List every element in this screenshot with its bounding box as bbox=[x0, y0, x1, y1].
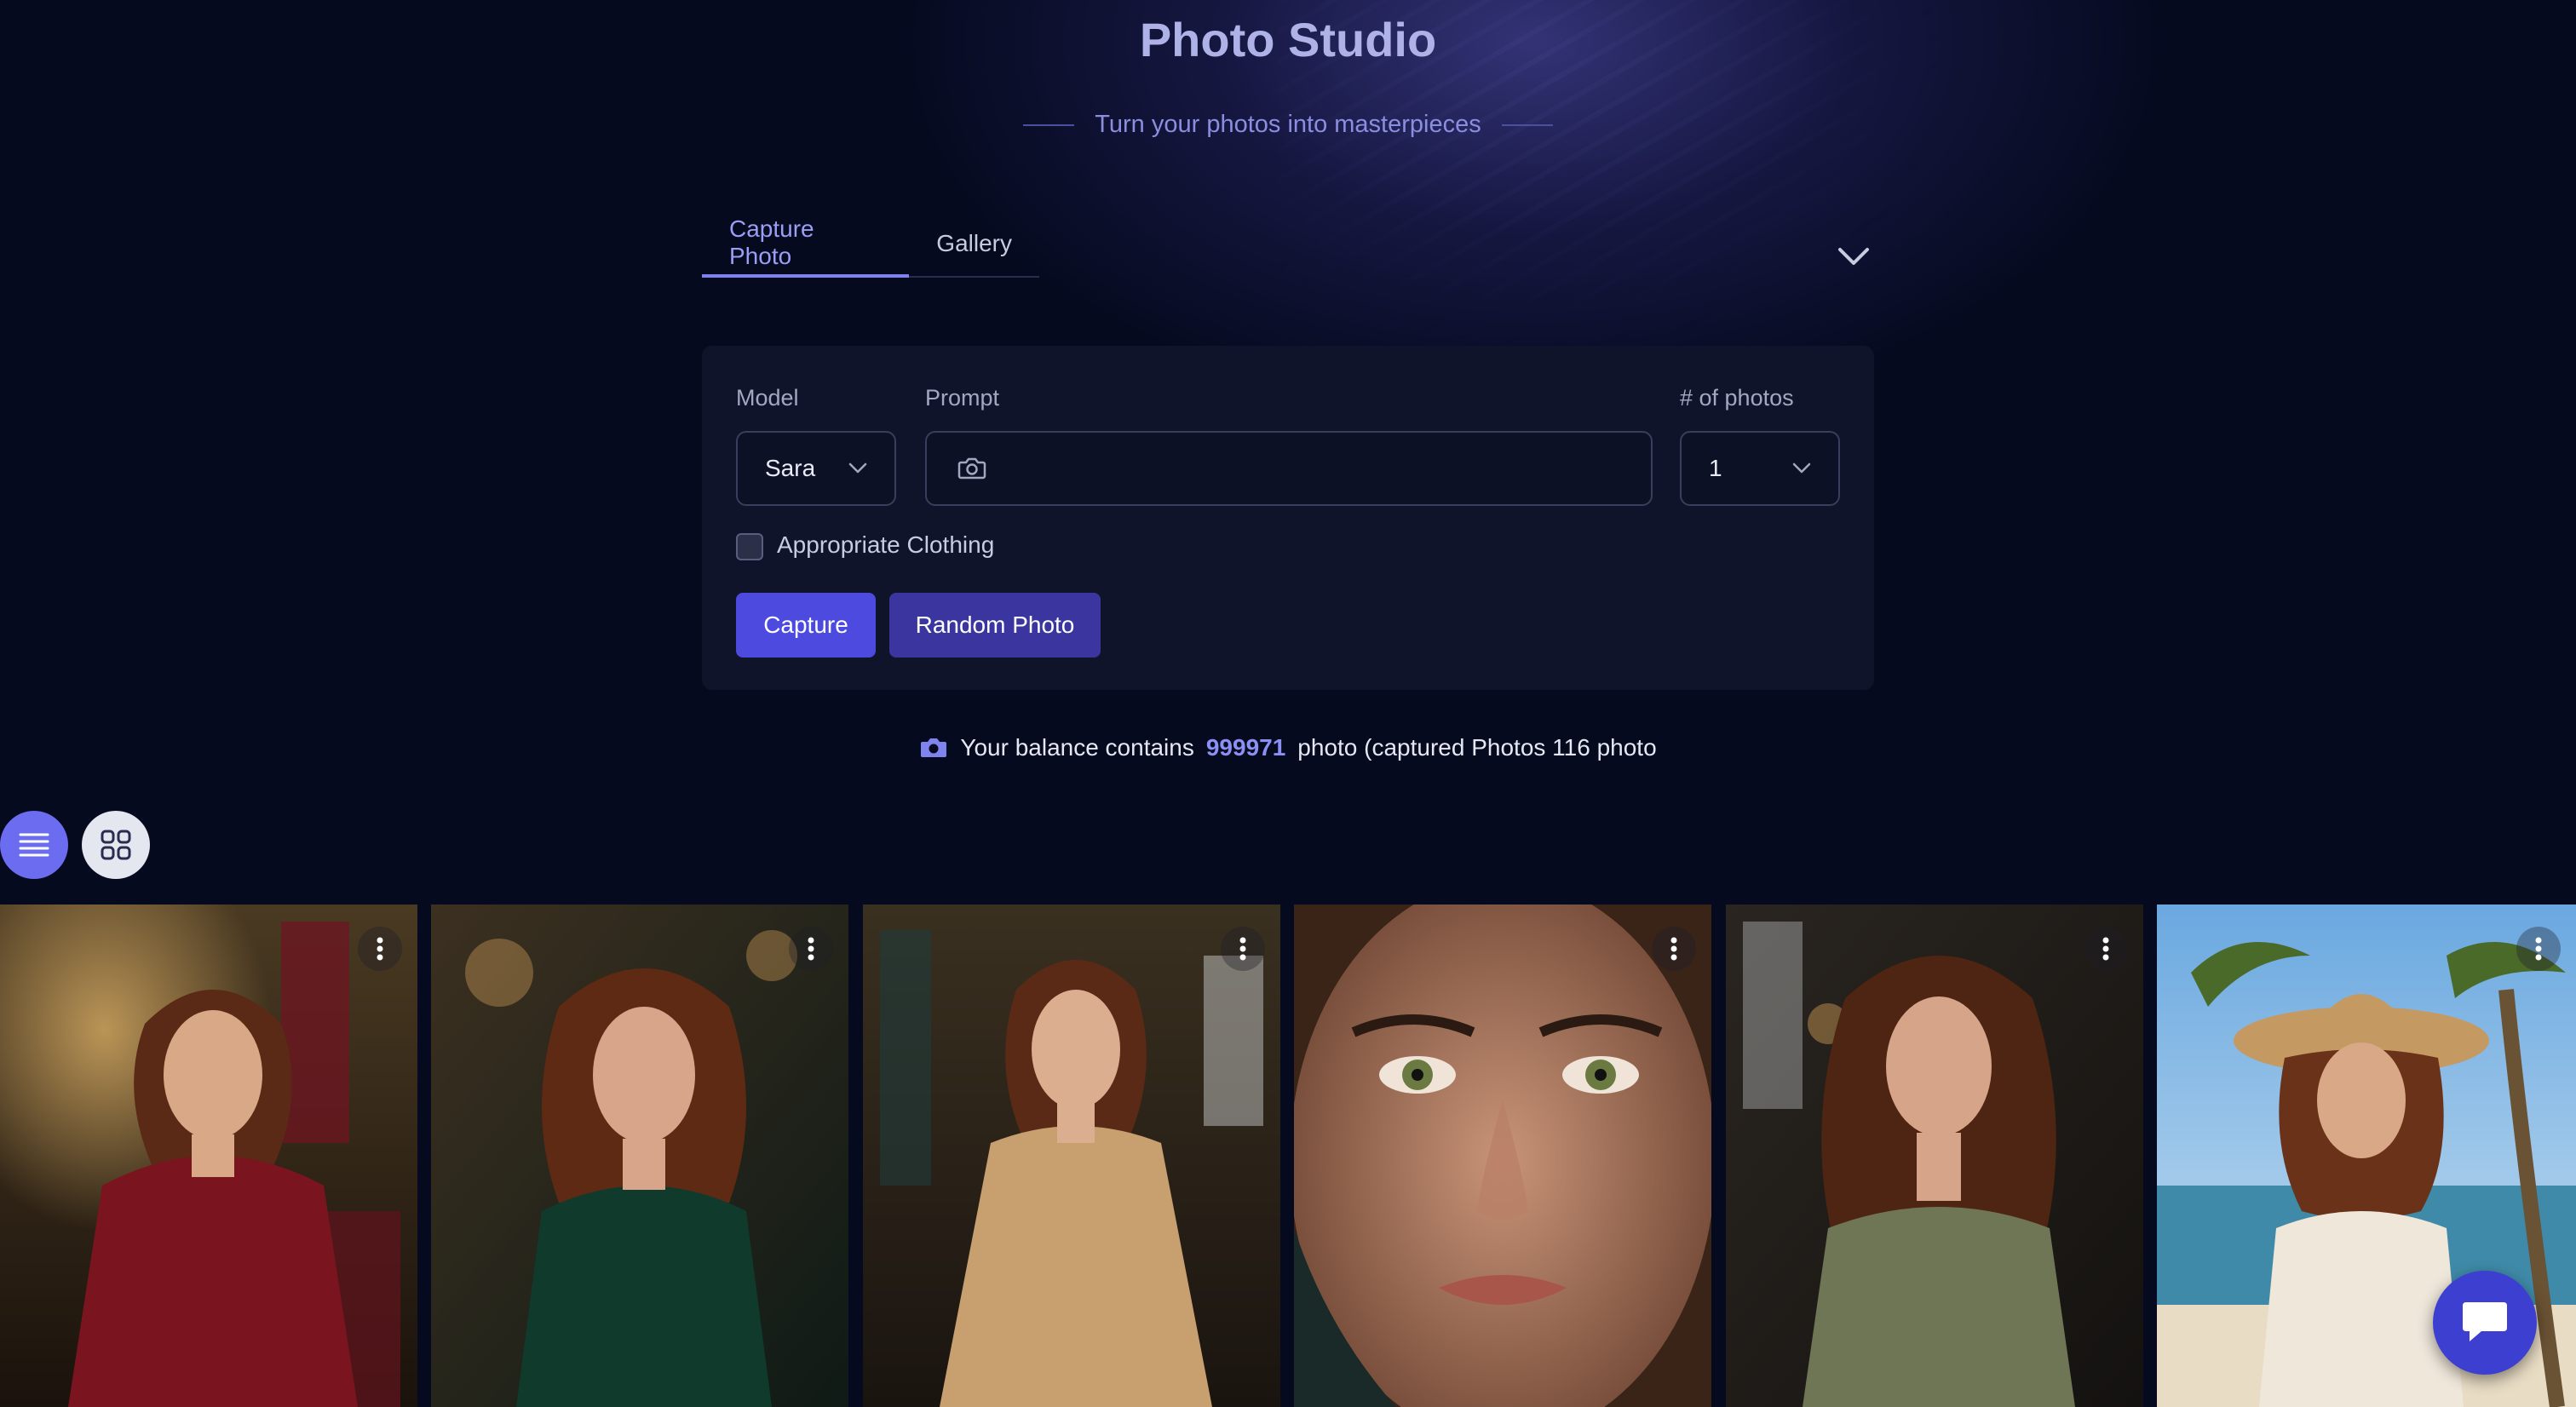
more-vertical-icon bbox=[2102, 937, 2109, 961]
photo-menu-button[interactable] bbox=[2084, 927, 2128, 971]
photo-menu-button[interactable] bbox=[1652, 927, 1696, 971]
balance-prefix: Your balance contains bbox=[960, 734, 1194, 761]
list-view-button[interactable] bbox=[0, 811, 68, 879]
photo-face-closeup bbox=[1294, 904, 1711, 1407]
balance-suffix: photo (captured Photos 116 photo bbox=[1297, 734, 1657, 761]
photo-menu-button[interactable] bbox=[2516, 927, 2561, 971]
more-vertical-icon bbox=[2535, 937, 2542, 961]
chat-button[interactable] bbox=[2433, 1271, 2537, 1375]
camera-icon bbox=[921, 738, 947, 757]
photo-menu-button[interactable] bbox=[1221, 927, 1265, 971]
page-subtitle: Turn your photos into masterpieces bbox=[1095, 111, 1481, 138]
photo-studio-page: Photo Studio Turn your photos into maste… bbox=[0, 0, 2576, 1407]
random-photo-button[interactable]: Random Photo bbox=[889, 593, 1101, 658]
photo-card[interactable] bbox=[431, 904, 848, 1407]
page-title: Photo Studio bbox=[1139, 13, 1437, 66]
photo-woman-green-dress bbox=[431, 904, 848, 1407]
capture-button[interactable]: Capture bbox=[736, 593, 876, 658]
photo-card[interactable] bbox=[863, 904, 1280, 1407]
appropriate-clothing-checkbox[interactable] bbox=[736, 533, 763, 560]
grid-icon bbox=[101, 830, 131, 860]
subtitle-row: Turn your photos into masterpieces bbox=[0, 111, 2576, 139]
photo-woman-gold-dress bbox=[863, 904, 1280, 1407]
list-icon bbox=[19, 833, 49, 857]
photo-count-value: 1 bbox=[1709, 455, 1722, 481]
photo-card[interactable] bbox=[1294, 904, 1711, 1407]
chevron-down-icon bbox=[1792, 462, 1811, 474]
camera-icon bbox=[957, 457, 986, 480]
photo-gallery bbox=[0, 904, 2576, 1407]
photo-card[interactable] bbox=[0, 904, 417, 1407]
tab-capture-photo[interactable]: Capture Photo bbox=[702, 211, 910, 278]
tab-bar: Capture Photo Gallery bbox=[702, 211, 1039, 278]
capture-form-panel: Model Sara Prompt # of photos 1 Appropri… bbox=[702, 346, 1874, 690]
subtitle-divider-left bbox=[1023, 123, 1075, 126]
model-select[interactable]: Sara bbox=[736, 431, 896, 506]
photo-woman-red-dress bbox=[0, 904, 417, 1407]
subtitle-divider-right bbox=[1501, 123, 1553, 126]
chevron-down-icon bbox=[848, 462, 867, 474]
prompt-label: Prompt bbox=[925, 385, 1000, 411]
photo-menu-button[interactable] bbox=[789, 927, 833, 971]
chat-bubble-icon bbox=[2463, 1302, 2507, 1341]
balance-amount: 999971 bbox=[1205, 734, 1286, 761]
photo-menu-button[interactable] bbox=[358, 927, 402, 971]
chevron-down-icon[interactable] bbox=[1837, 243, 1871, 268]
photo-count-select[interactable]: 1 bbox=[1680, 431, 1840, 506]
prompt-input[interactable] bbox=[925, 431, 1653, 506]
balance-row: Your balance contains 999971 photo (capt… bbox=[0, 734, 2576, 761]
appropriate-clothing-label[interactable]: Appropriate Clothing bbox=[777, 531, 994, 559]
tab-gallery[interactable]: Gallery bbox=[909, 211, 1039, 276]
photo-woman-sage-dress bbox=[1726, 904, 2143, 1407]
more-vertical-icon bbox=[808, 937, 814, 961]
photo-count-label: # of photos bbox=[1680, 385, 1794, 411]
more-vertical-icon bbox=[1670, 937, 1677, 961]
more-vertical-icon bbox=[1239, 937, 1246, 961]
more-vertical-icon bbox=[377, 937, 383, 961]
photo-card[interactable] bbox=[1726, 904, 2143, 1407]
model-select-value: Sara bbox=[765, 455, 816, 481]
model-label: Model bbox=[736, 385, 799, 411]
grid-view-button[interactable] bbox=[82, 811, 150, 879]
